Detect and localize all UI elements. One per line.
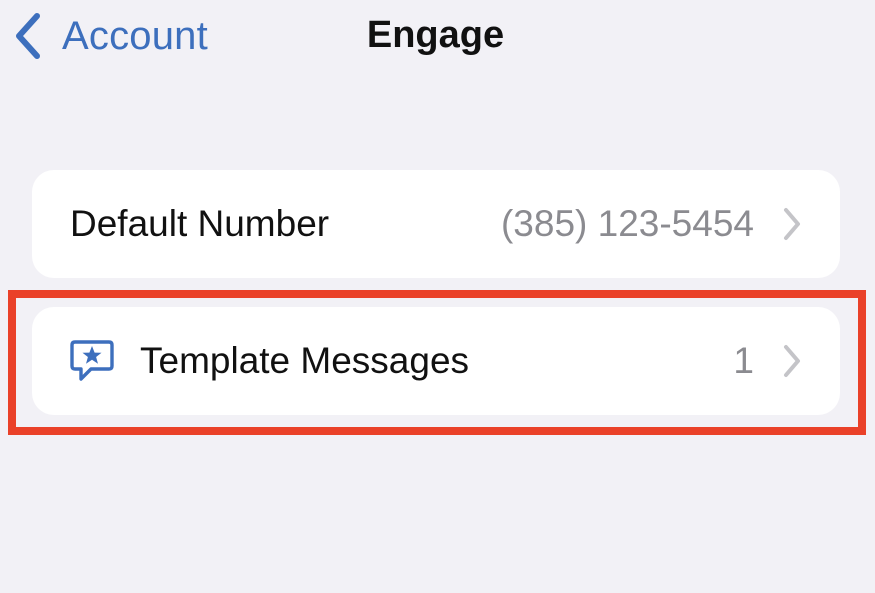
default-number-label: Default Number bbox=[70, 203, 330, 244]
star-message-icon bbox=[68, 337, 116, 385]
template-messages-label: Template Messages bbox=[140, 340, 470, 381]
navigation-bar: Account Engage bbox=[0, 0, 875, 80]
template-messages-count: 1 bbox=[733, 340, 754, 381]
chevron-right-icon bbox=[780, 206, 804, 242]
chevron-right-icon bbox=[780, 343, 804, 379]
default-number-row[interactable]: Default Number (385) 123-5454 bbox=[32, 170, 840, 278]
page-title-text: Engage bbox=[366, 14, 505, 56]
default-number-value: (385) 123-5454 bbox=[500, 203, 754, 244]
engage-screen: Account Engage Default Number (385) 123-… bbox=[0, 0, 875, 593]
page-title: Engage bbox=[0, 14, 875, 57]
template-messages-row[interactable]: Template Messages 1 bbox=[32, 307, 840, 415]
